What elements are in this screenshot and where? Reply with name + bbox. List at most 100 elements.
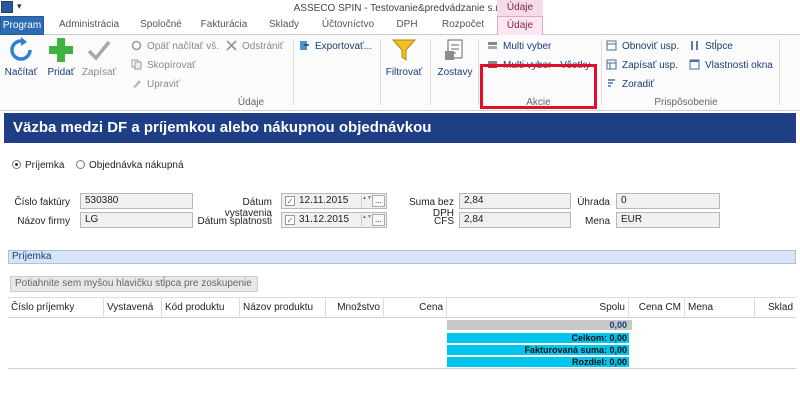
issue-date-spinner[interactable]: ▲▼	[361, 195, 372, 207]
due-date-value: 31.12.2015	[299, 214, 350, 225]
load-button-label: Načítať	[4, 67, 38, 78]
column-header-cena[interactable]: Cena	[384, 298, 447, 318]
layout-save-icon	[606, 59, 617, 70]
export-icon	[300, 41, 309, 50]
close-icon	[226, 40, 237, 51]
payment-field[interactable]: 0	[616, 193, 720, 209]
due-date-field[interactable]: ✓ 31.12.2015 ▲▼ ...	[281, 212, 387, 228]
tab-uctovnictvo[interactable]: Účtovníctvo	[316, 16, 380, 35]
column-header-mnozstvo[interactable]: Množstvo	[326, 298, 384, 318]
reports-button[interactable]: Zostavy	[435, 37, 475, 78]
tab-udaje[interactable]: Údaje	[497, 16, 543, 36]
group-label-udaje: Údaje	[237, 97, 265, 108]
tab-rozpocet[interactable]: Rozpočet	[437, 16, 489, 35]
invoice-number-label: Číslo faktúry	[14, 197, 70, 208]
tab-sklady[interactable]: Sklady	[264, 16, 304, 35]
group-separator	[601, 39, 602, 105]
page-title: Väzba medzi DF a príjemkou alebo nákupno…	[4, 113, 796, 143]
group-separator	[779, 39, 780, 105]
highlight-annotation	[480, 64, 597, 109]
summary-fakturovana: Fakturovaná suma: 0,00	[447, 345, 629, 355]
pencil-icon	[133, 80, 141, 88]
due-date-picker-button[interactable]: ...	[372, 214, 385, 226]
due-date-spinner[interactable]: ▲▼	[361, 214, 372, 226]
radio-dot-selected	[12, 160, 21, 169]
group-separator	[478, 39, 479, 105]
company-name-label: Názov firmy	[17, 216, 70, 227]
radio-objednavka[interactable]: Objednávka nákupná	[76, 160, 184, 171]
issue-date-value: 12.11.2015	[299, 195, 349, 206]
window-title: ASSECO SPIN - Testovanie&predvádzanie s.…	[293, 3, 507, 14]
amount-without-vat-field[interactable]: 2,84	[459, 193, 571, 209]
reports-button-label: Zostavy	[437, 67, 473, 78]
radio-dot	[76, 160, 85, 169]
grid-column-headers: Číslo príjemky Vystavená Kód produktu Ná…	[8, 297, 796, 318]
multi-select-button[interactable]: Multi vyber	[487, 39, 551, 55]
title-bar: ▾ ASSECO SPIN - Testovanie&predvádzanie …	[0, 0, 800, 16]
tab-fakturacia[interactable]: Fakturácia	[196, 16, 252, 35]
add-button-label: Pridať	[47, 67, 75, 78]
summary-rozdiel: Rozdiel: 0,00	[447, 357, 629, 367]
grid-body[interactable]	[8, 318, 796, 368]
column-header-spolu[interactable]: Spolu	[447, 298, 629, 318]
tab-dph[interactable]: DPH	[391, 16, 423, 35]
payment-label: Úhrada	[577, 197, 610, 208]
reload-icon	[131, 40, 142, 51]
currency-field[interactable]: EUR	[616, 212, 720, 228]
group-separator	[430, 39, 431, 105]
report-icon	[445, 39, 463, 60]
context-tab-header: Údaje	[497, 0, 543, 16]
edit-button[interactable]: Upraviť	[131, 77, 180, 93]
group-by-panel[interactable]: Potiahnite sem myšou hlavičku stĺpca pre…	[10, 276, 258, 292]
radio-prijemka[interactable]: Príjemka	[12, 160, 64, 171]
grid-bottom-border	[8, 368, 796, 369]
column-header-mena[interactable]: Mena	[685, 298, 755, 318]
ribbon-tabs: Program Administrácia Spoločné Fakturáci…	[0, 16, 800, 36]
delete-button[interactable]: Odstrániť	[226, 39, 284, 55]
save-layout-button[interactable]: Zapísať usp.	[606, 58, 678, 74]
column-header-cislo-prijemky[interactable]: Číslo príjemky	[8, 298, 104, 318]
group-separator	[293, 39, 294, 105]
column-header-kod-produktu[interactable]: Kód produktu	[162, 298, 240, 318]
company-name-field[interactable]: LG	[80, 212, 193, 228]
columns-icon	[691, 41, 698, 50]
radio-prijemka-label: Príjemka	[25, 160, 65, 171]
columns-button[interactable]: Stĺpce	[689, 39, 733, 55]
plus-icon	[49, 38, 73, 62]
currency-label: Mena	[584, 216, 610, 227]
issue-date-checkbox[interactable]: ✓	[285, 196, 295, 206]
copy-button[interactable]: Skopírovať	[131, 58, 196, 74]
window-properties-button[interactable]: Vlastnosti okna	[689, 58, 773, 74]
filter-button-label: Filtrovať	[385, 67, 423, 78]
restore-layout-button[interactable]: Obnoviť usp.	[606, 39, 679, 55]
cfs-label: CFS	[434, 216, 454, 227]
radio-objednavka-label: Objednávka nákupná	[89, 160, 184, 171]
copy-icon	[131, 59, 142, 70]
add-button[interactable]: Pridať	[44, 37, 78, 78]
funnel-icon	[391, 39, 417, 61]
reload-all-button[interactable]: Opäť načítať vš.	[131, 39, 219, 55]
filter-button[interactable]: Filtrovať	[383, 37, 425, 78]
export-button[interactable]: Exportovať...	[299, 39, 372, 55]
stack-icon	[488, 42, 497, 49]
summary-total: 0,00	[609, 320, 627, 330]
layout-icon	[606, 40, 617, 51]
invoice-number-field[interactable]: 530380	[80, 193, 193, 209]
cfs-field[interactable]: 2,84	[459, 212, 571, 228]
column-header-vystavena[interactable]: Vystavená	[104, 298, 162, 318]
save-button[interactable]: Zapísať	[81, 37, 117, 78]
due-date-checkbox[interactable]: ✓	[285, 215, 295, 225]
checkmark-icon	[87, 40, 111, 61]
sort-button[interactable]: Zoradiť	[606, 77, 654, 93]
column-header-nazov-produktu[interactable]: Názov produktu	[240, 298, 326, 318]
summary-celkom: Celkom: 0,00	[447, 333, 629, 343]
tab-program[interactable]: Program	[0, 16, 44, 35]
tab-spolocne[interactable]: Spoločné	[134, 16, 188, 35]
tab-administracia[interactable]: Administrácia	[50, 16, 128, 35]
ribbon: Načítať Pridať Zapísať Opäť načítať vš. …	[0, 35, 800, 111]
column-header-sklad[interactable]: Sklad	[755, 298, 796, 318]
issue-date-picker-button[interactable]: ...	[372, 195, 385, 207]
issue-date-field[interactable]: ✓ 12.11.2015 ▲▼ ...	[281, 193, 387, 209]
column-header-cena-cm[interactable]: Cena CM	[629, 298, 685, 318]
load-button[interactable]: Načítať	[3, 37, 39, 78]
